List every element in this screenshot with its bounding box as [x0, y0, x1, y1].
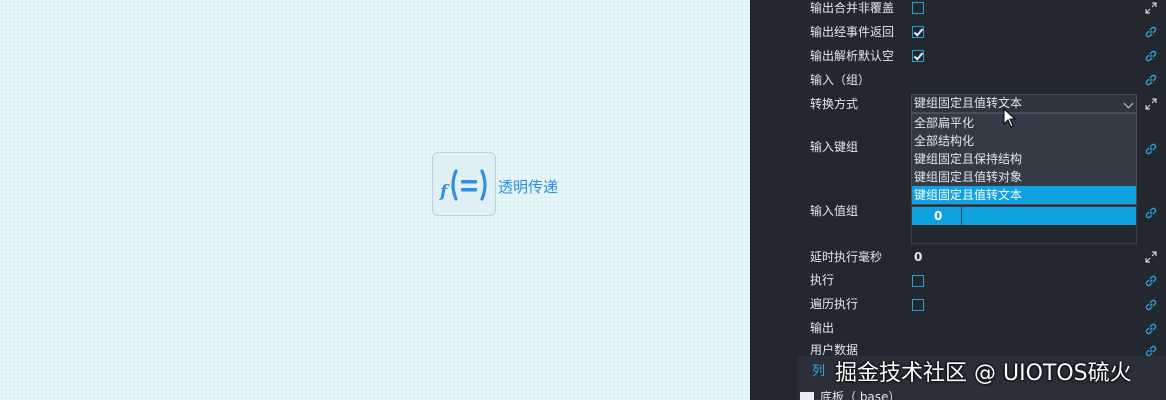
conversion-option[interactable]: 全部扁平化	[912, 114, 1136, 132]
row-label-output: 输出	[810, 321, 835, 335]
value-cell[interactable]: 0	[912, 207, 1136, 225]
function-equals-icon: f	[439, 169, 487, 202]
link-icon[interactable]	[1144, 298, 1158, 312]
property-panel: 输出合并非覆盖 输出经事件返回 输出解析默认空 输入（组） 转换方式 键组固定且…	[750, 0, 1166, 400]
conversion-select[interactable]: 键组固定且值转文本	[911, 94, 1137, 113]
execute-checkbox[interactable]	[912, 275, 924, 287]
row-label-traverse: 遍历执行	[810, 297, 859, 311]
conversion-option-selected[interactable]: 键组固定且值转文本	[912, 186, 1136, 204]
link-icon[interactable]	[1144, 142, 1158, 156]
value-group-grid[interactable]: 0	[911, 206, 1137, 244]
layer-tab[interactable]: 列	[812, 360, 825, 379]
row-label-output-event: 输出经事件返回	[810, 25, 895, 39]
link-icon[interactable]	[1144, 206, 1158, 220]
output-event-checkbox[interactable]	[912, 26, 924, 38]
expand-icon[interactable]	[1144, 97, 1158, 111]
link-icon[interactable]	[1144, 73, 1158, 87]
row-label-output-merge: 输出合并非覆盖	[810, 1, 895, 15]
row-label-input-values: 输入值组	[810, 204, 859, 218]
row-label-output-parse: 输出解析默认空	[810, 49, 895, 63]
conversion-option[interactable]: 全部结构化	[912, 132, 1136, 150]
conversion-dropdown: 全部扁平化 全部结构化 键组固定且保持结构 键组固定且值转对象 键组固定且值转文…	[911, 113, 1137, 205]
mouse-cursor-icon	[1003, 108, 1017, 128]
row-label-input-keys: 输入键组	[810, 140, 859, 154]
row-label-delay: 延时执行毫秒	[810, 250, 883, 264]
link-icon[interactable]	[1144, 322, 1158, 336]
row-label-execute: 执行	[810, 273, 835, 287]
delay-value[interactable]: 0	[914, 250, 922, 264]
value-cell-text: 0	[934, 209, 943, 223]
expand-icon[interactable]	[1144, 250, 1158, 264]
output-parse-checkbox[interactable]	[912, 50, 924, 62]
row-label-input-group: 输入（组）	[810, 73, 871, 87]
row-label-conversion: 转换方式	[810, 97, 859, 111]
layer-swatch	[800, 392, 814, 400]
watermark: 掘金技术社区 @ UIOTOS硫火	[835, 361, 1132, 386]
chevron-down-icon	[1123, 98, 1134, 109]
cell-divider	[961, 207, 962, 225]
node-label: 透明传递	[498, 178, 559, 196]
conversion-option[interactable]: 键组固定且保持结构	[912, 150, 1136, 168]
link-icon[interactable]	[1144, 25, 1158, 39]
traverse-checkbox[interactable]	[912, 299, 924, 311]
canvas-area[interactable]: f 透明传递	[0, 0, 750, 400]
link-icon[interactable]	[1144, 49, 1158, 63]
layer-item-base[interactable]: 底板（ base）	[820, 388, 900, 400]
output-merge-checkbox[interactable]	[912, 2, 924, 14]
svg-text:f: f	[439, 182, 450, 202]
expand-icon[interactable]	[1144, 1, 1158, 15]
function-node[interactable]: f	[432, 152, 496, 216]
link-icon[interactable]	[1144, 274, 1158, 288]
conversion-option[interactable]: 键组固定且值转对象	[912, 168, 1136, 186]
